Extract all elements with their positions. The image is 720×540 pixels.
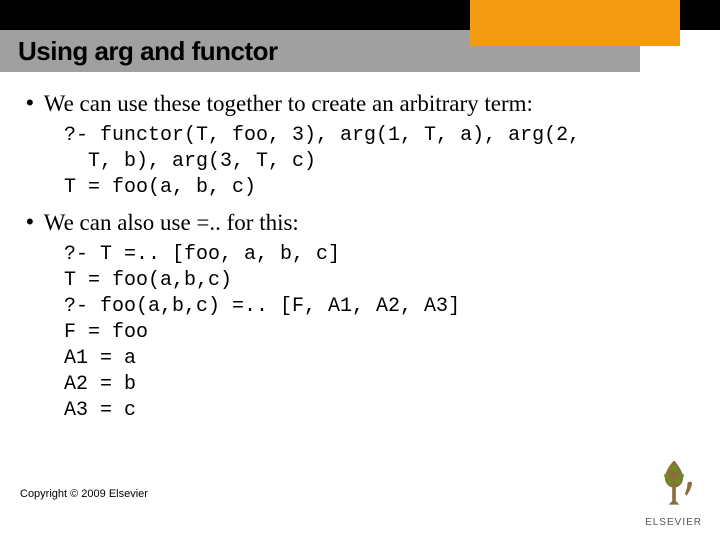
bullet-item: • We can also use =.. for this:: [20, 209, 694, 238]
code-block-2: ?- T =.. [foo, a, b, c] T = foo(a,b,c) ?…: [64, 242, 694, 424]
bullet-marker: •: [26, 90, 34, 116]
publisher-name: ELSEVIER: [645, 517, 702, 528]
orange-accent-box: [470, 0, 680, 46]
bullet-item: • We can use these together to create an…: [20, 90, 694, 119]
slide-title: Using arg and functor: [18, 36, 278, 67]
slide-content: • We can use these together to create an…: [0, 72, 720, 424]
elsevier-tree-icon: [647, 456, 701, 510]
bullet-text: We can use these together to create an a…: [44, 90, 533, 119]
code-block-1: ?- functor(T, foo, 3), arg(1, T, a), arg…: [64, 123, 694, 201]
bullet-text: We can also use =.. for this:: [44, 209, 299, 238]
copyright-text: Copyright © 2009 Elsevier: [20, 488, 148, 500]
bullet-marker: •: [26, 209, 34, 235]
publisher-logo: ELSEVIER: [645, 456, 702, 528]
